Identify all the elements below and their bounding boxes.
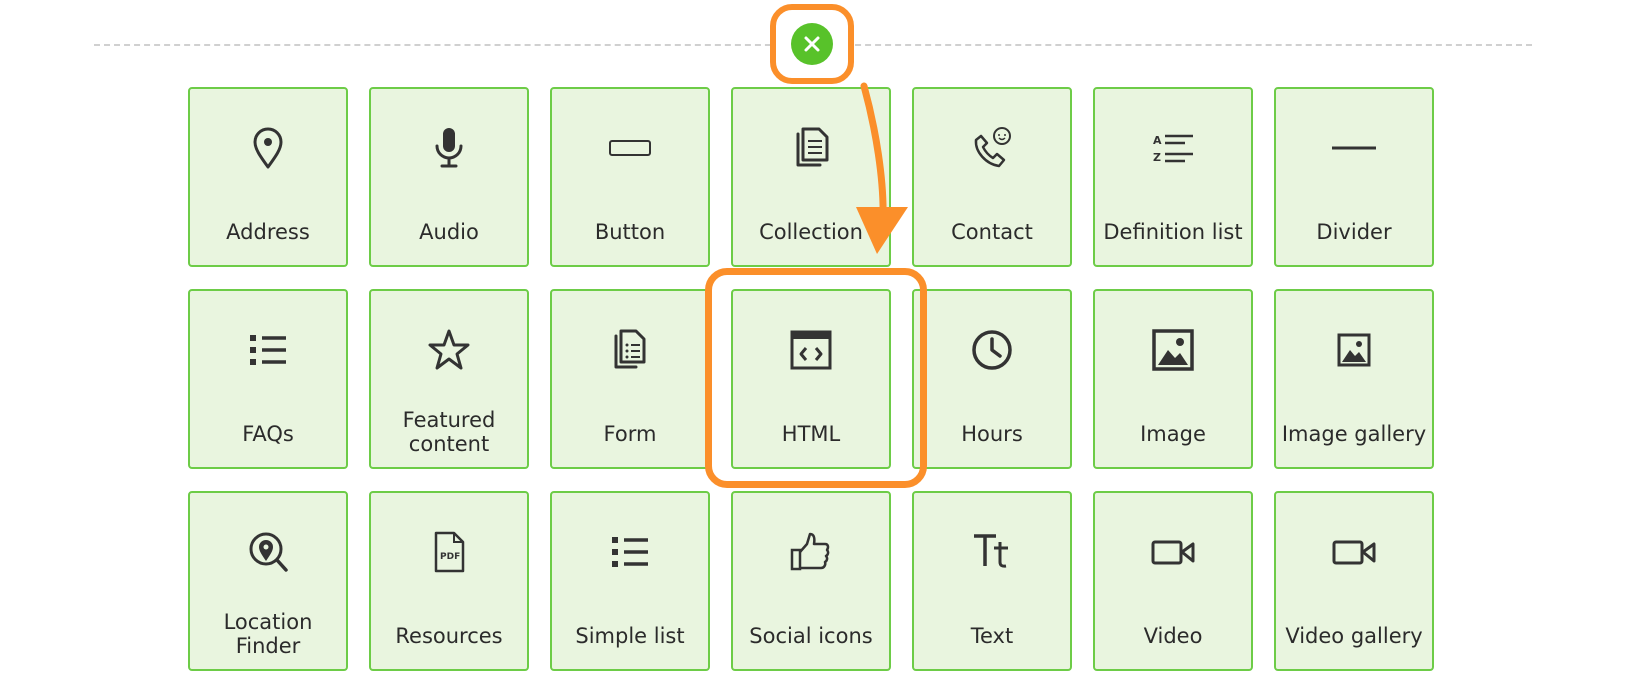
close-button[interactable] (791, 23, 833, 65)
component-tile-label: Resources (395, 624, 503, 648)
component-tile-label: Featured content (402, 408, 496, 456)
component-tile-html[interactable]: HTML (731, 289, 891, 469)
component-tile-label: Address (226, 220, 310, 244)
phone-chat-icon (968, 124, 1016, 172)
component-tile-button[interactable]: Button (550, 87, 710, 267)
component-tile-text[interactable]: Text (912, 491, 1072, 671)
insert-button-highlight (770, 4, 854, 84)
horizontal-line-icon (1330, 124, 1378, 172)
component-tile-label: Audio (419, 220, 479, 244)
simple-list-icon (606, 528, 654, 576)
component-tile-label: Contact (951, 220, 1033, 244)
component-tile-label: Hours (961, 422, 1023, 446)
svg-text:PDF: PDF (440, 552, 460, 562)
component-tile-simple-list[interactable]: Simple list (550, 491, 710, 671)
az-list-icon: AZ (1149, 124, 1197, 172)
component-tile-location-finder[interactable]: Location Finder (188, 491, 348, 671)
component-tile-label: Simple list (575, 624, 685, 648)
video-camera-icon (1149, 528, 1197, 576)
form-document-icon (606, 326, 654, 374)
component-tile-label: Button (594, 220, 666, 244)
component-tile-audio[interactable]: Audio (369, 87, 529, 267)
component-tile-form[interactable]: Form (550, 289, 710, 469)
component-tile-label: Divider (1316, 220, 1392, 244)
microphone-icon (425, 124, 473, 172)
component-tile-label: Social icons (749, 624, 873, 648)
component-tile-address[interactable]: Address (188, 87, 348, 267)
image-gallery-icon (1330, 326, 1378, 374)
documents-icon (787, 124, 835, 172)
location-search-icon (244, 528, 292, 576)
thumbs-up-icon (787, 528, 835, 576)
code-window-icon (787, 326, 835, 374)
button-rectangle-icon (606, 124, 654, 172)
component-tile-label: Location Finder (223, 610, 313, 658)
component-tile-social-icons[interactable]: Social icons (731, 491, 891, 671)
pdf-icon: PDF (425, 528, 473, 576)
component-tile-image-gallery[interactable]: Image gallery (1274, 289, 1434, 469)
component-tile-video[interactable]: Video (1093, 491, 1253, 671)
component-tile-label: Definition list (1103, 220, 1243, 244)
star-icon (425, 326, 473, 374)
component-tile-collection[interactable]: Collection (731, 87, 891, 267)
component-tile-label: HTML (781, 422, 841, 446)
svg-text:A: A (1153, 134, 1162, 147)
clock-icon (968, 326, 1016, 374)
video-gallery-icon (1330, 528, 1378, 576)
component-tile-featured-content[interactable]: Featured content (369, 289, 529, 469)
component-tile-label: Collection (759, 220, 863, 244)
component-tile-definition-list[interactable]: A Z Definition list (1093, 87, 1253, 267)
component-tile-label: Video (1143, 624, 1203, 648)
component-tile-image[interactable]: Image (1093, 289, 1253, 469)
component-tile-label: Video gallery (1285, 624, 1423, 648)
close-icon (804, 36, 820, 52)
component-tile-label: Text (970, 624, 1014, 648)
component-tile-contact[interactable]: Contact (912, 87, 1072, 267)
svg-text:Z: Z (1153, 151, 1161, 164)
image-icon (1149, 326, 1197, 374)
component-tile-video-gallery[interactable]: Video gallery (1274, 491, 1434, 671)
component-grid: Address Audio Button Collection Contact A Z Def… (188, 87, 1434, 671)
component-tile-label: Form (603, 422, 657, 446)
text-tt-icon (968, 528, 1016, 576)
component-tile-faqs[interactable]: FAQs (188, 289, 348, 469)
component-tile-hours[interactable]: Hours (912, 289, 1072, 469)
component-tile-label: Image gallery (1281, 422, 1427, 446)
component-tile-divider[interactable]: Divider (1274, 87, 1434, 267)
bullet-list-icon (244, 326, 292, 374)
component-tile-label: Image (1140, 422, 1206, 446)
component-tile-resources[interactable]: PDF Resources (369, 491, 529, 671)
component-tile-label: FAQs (242, 422, 294, 446)
map-pin-icon (244, 124, 292, 172)
